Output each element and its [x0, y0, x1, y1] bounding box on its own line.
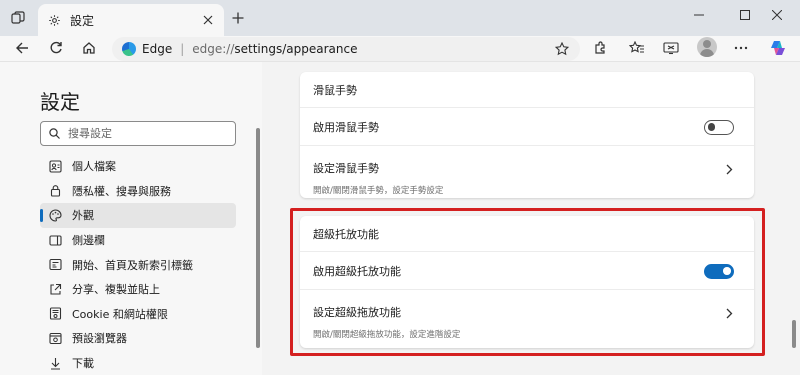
sidebar-item-label: 預設瀏覽器	[72, 332, 127, 346]
url-path: settings/appearance	[234, 42, 358, 56]
cookie-icon	[48, 307, 62, 321]
tab-strip: 設定	[0, 0, 800, 36]
gear-icon	[46, 12, 62, 28]
sidebar-item-label: 開始、首頁及新索引標籤	[72, 258, 193, 272]
share-icon	[48, 282, 62, 296]
settings-nav: 個人檔案 隱私權、搜尋與服務 外觀 側邊欄 開始、首頁及新索引標籤 分享、複製並…	[40, 154, 236, 375]
sidebar-item-downloads[interactable]: 下載	[40, 351, 236, 375]
new-tab-icon[interactable]	[229, 9, 247, 27]
sidebar-item-label: 隱私權、搜尋與服務	[72, 184, 171, 198]
row-label: 啟用滑鼠手勢	[313, 120, 379, 134]
row-description: 開啟/關閉滑鼠手勢，設定手勢設定	[313, 186, 444, 196]
tab-settings[interactable]: 設定	[38, 4, 224, 36]
sidebar-item-sidebar[interactable]: 側邊欄	[40, 228, 236, 253]
enable-mouse-gesture-row: 啟用滑鼠手勢	[300, 108, 754, 146]
sidebar-item-privacy[interactable]: 隱私權、搜尋與服務	[40, 179, 236, 204]
back-icon[interactable]	[11, 37, 33, 59]
sidebar-item-cookies[interactable]: Cookie 和網站權限	[40, 302, 236, 327]
favorites-icon[interactable]	[626, 37, 648, 59]
sidebar-icon	[48, 233, 62, 247]
address-brand: Edge	[142, 42, 173, 56]
copilot-icon[interactable]	[767, 37, 789, 59]
toolbar: Edge | edge://settings/appearance	[0, 36, 800, 62]
sidebar-item-start-home[interactable]: 開始、首頁及新索引標籤	[40, 252, 236, 277]
avatar[interactable]	[697, 37, 717, 57]
search-icon	[49, 124, 60, 143]
appearance-icon	[48, 208, 62, 222]
sidebar-item-label: 外觀	[72, 209, 94, 223]
minimize-icon[interactable]	[676, 0, 722, 30]
settings-sidebar: 設定 個人檔案 隱私權、搜尋與服務 外觀 側邊欄 開始、首頁及新索引標籤	[0, 62, 262, 375]
profile-icon	[48, 159, 62, 173]
mouse-gesture-toggle[interactable]	[704, 120, 734, 135]
extensions-icon[interactable]	[589, 37, 611, 59]
tab-title: 設定	[70, 13, 95, 28]
url-host: edge://	[192, 42, 235, 56]
search-input[interactable]	[68, 127, 218, 140]
row-label: 設定滑鼠手勢	[313, 162, 379, 175]
more-icon[interactable]	[730, 37, 752, 59]
home-icon	[48, 258, 62, 272]
configure-mouse-gesture-row[interactable]: 設定滑鼠手勢 開啟/關閉滑鼠手勢，設定手勢設定	[300, 146, 754, 198]
sidebar-item-share[interactable]: 分享、複製並貼上	[40, 277, 236, 302]
home-icon[interactable]	[78, 37, 100, 59]
lock-icon	[48, 184, 62, 198]
refresh-icon[interactable]	[45, 37, 67, 59]
browser-icon	[48, 331, 62, 345]
toggle-knob	[707, 123, 715, 131]
collections-icon[interactable]	[660, 37, 682, 59]
sidebar-item-default-browser[interactable]: 預設瀏覽器	[40, 326, 236, 351]
mouse-gesture-card: 滑鼠手勢 啟用滑鼠手勢 設定滑鼠手勢 開啟/關閉滑鼠手勢，設定手勢設定	[300, 72, 754, 198]
address-separator: |	[180, 42, 185, 56]
download-icon	[48, 356, 62, 370]
sidebar-item-label: 個人檔案	[72, 160, 116, 174]
page-title: 設定	[40, 90, 80, 114]
search-box[interactable]	[40, 121, 236, 146]
address-bar[interactable]: Edge | edge://settings/appearance	[112, 37, 580, 61]
sidebar-item-label: Cookie 和網站權限	[72, 307, 168, 321]
window-close-icon[interactable]	[754, 0, 800, 30]
sidebar-item-appearance[interactable]: 外觀	[40, 203, 236, 228]
settings-main: 滑鼠手勢 啟用滑鼠手勢 設定滑鼠手勢 開啟/關閉滑鼠手勢，設定手勢設定 超級托放…	[262, 62, 800, 375]
chevron-right-icon	[724, 162, 734, 176]
sidebar-item-label: 側邊欄	[72, 234, 105, 248]
sidebar-item-label: 下載	[72, 357, 94, 371]
main-scrollbar[interactable]	[792, 320, 796, 348]
sidebar-scrollbar[interactable]	[256, 128, 260, 348]
favorite-star-icon[interactable]	[554, 41, 570, 57]
sidebar-item-profiles[interactable]: 個人檔案	[40, 154, 236, 179]
sidebar-item-label: 分享、複製並貼上	[72, 283, 160, 297]
edge-logo-icon	[122, 42, 136, 56]
workspaces-icon[interactable]	[8, 8, 28, 28]
section-heading: 滑鼠手勢	[300, 72, 754, 108]
highlight-annotation-box	[290, 208, 765, 356]
close-icon[interactable]	[200, 12, 216, 28]
